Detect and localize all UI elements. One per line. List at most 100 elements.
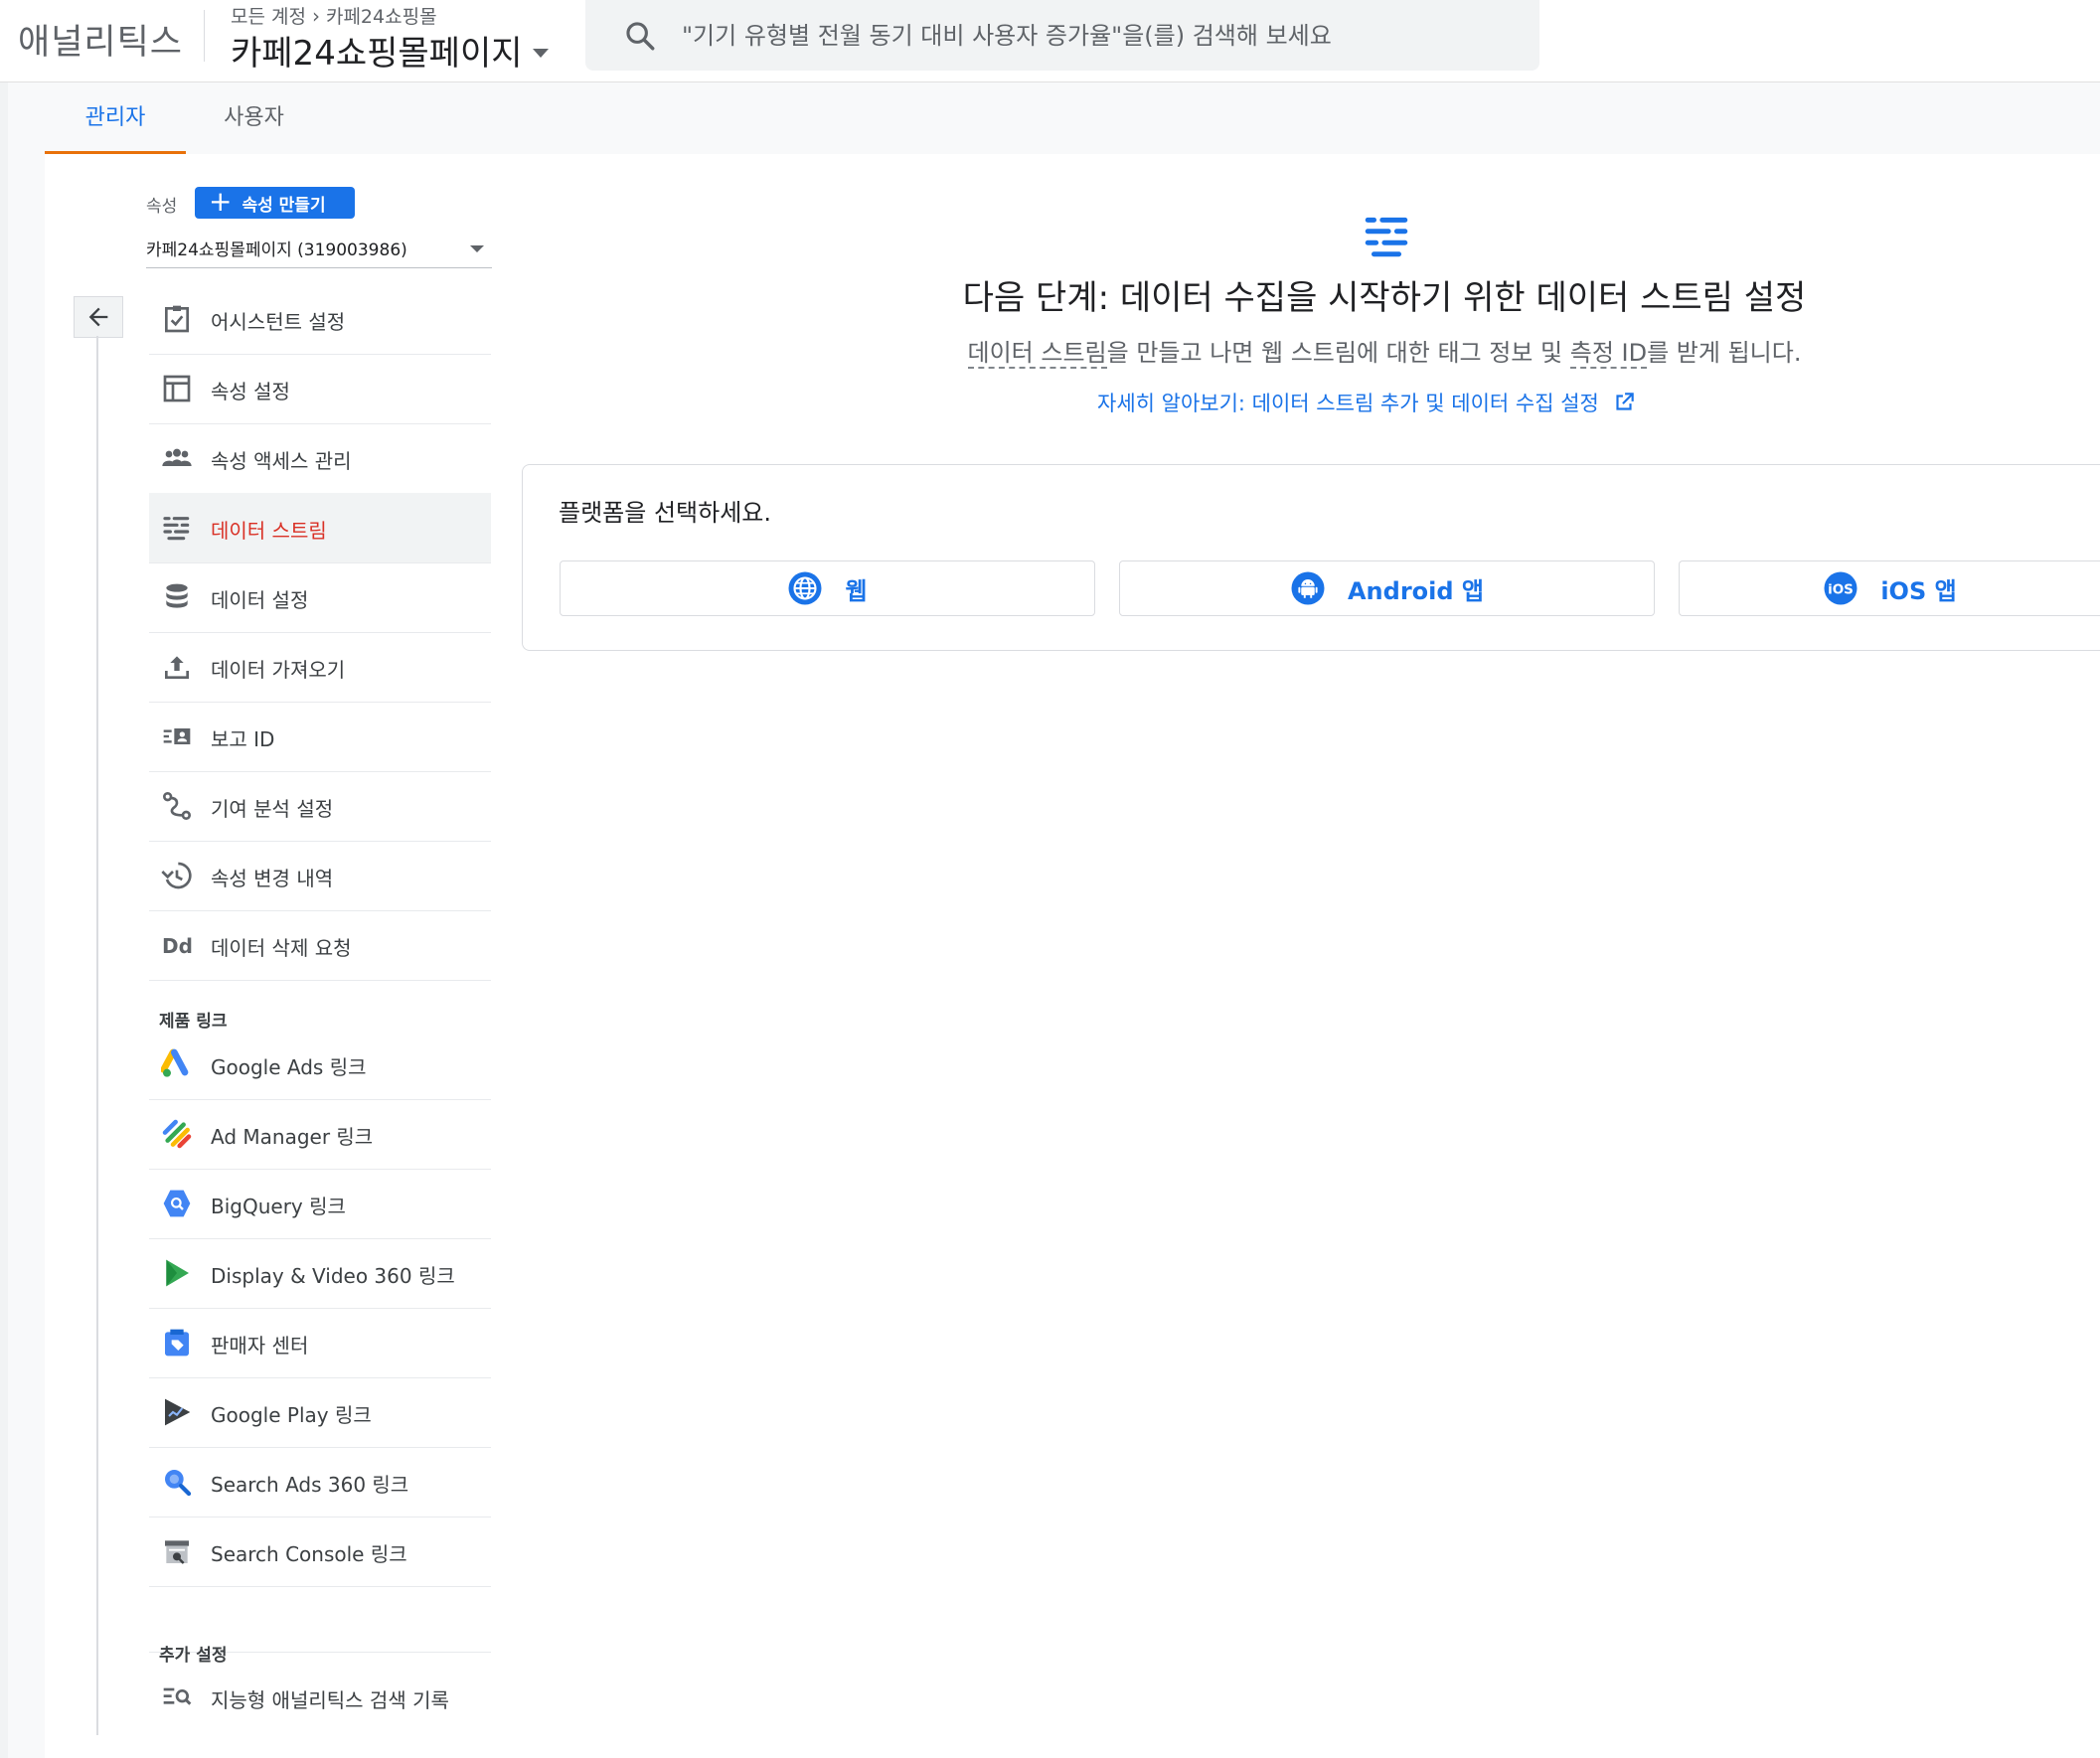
nav-item-label: Search Console 링크 — [211, 1542, 407, 1566]
tab-bar: 관리자 사용자 — [8, 82, 2100, 154]
back-button[interactable] — [74, 296, 123, 338]
nav-item-label: 데이터 가져오기 — [211, 658, 346, 682]
property-label: 속성 — [146, 197, 178, 217]
data-stream-term[interactable]: 데이터 스트림 — [967, 339, 1107, 369]
nav-item-label: 데이터 설정 — [211, 588, 309, 612]
ad-manager-icon — [162, 1119, 192, 1149]
breadcrumb[interactable]: 모든 계정 › 카페24쇼핑몰 — [231, 2, 437, 29]
arrow-back-icon — [88, 307, 108, 327]
nav-item-label: Google Play 링크 — [211, 1403, 372, 1427]
brand-title[interactable]: 애널리틱스 — [18, 14, 183, 65]
globe-icon — [788, 571, 822, 605]
measurement-id-term[interactable]: 측정 ID — [1569, 339, 1648, 369]
data-deletion-icon: Dd — [162, 934, 193, 958]
left-gutter — [0, 82, 8, 1758]
plus-icon: + — [209, 184, 233, 218]
nav-item-bigquery[interactable]: BigQuery 링크 — [149, 1169, 491, 1239]
search-console-icon — [165, 1540, 189, 1564]
nav-item-label: 어시스턴트 설정 — [211, 310, 346, 334]
history-icon — [161, 862, 192, 889]
nav-item-label: 데이터 삭제 요청 — [211, 936, 352, 960]
checklist-icon — [165, 305, 189, 333]
nav-item-data-import[interactable]: 데이터 가져오기 — [149, 632, 491, 703]
search-input[interactable] — [680, 10, 1519, 62]
nav-item-ad-manager[interactable]: Ad Manager 링크 — [149, 1099, 491, 1170]
chevron-right-icon: › — [311, 3, 320, 28]
upload-icon — [165, 656, 189, 679]
subtitle-text: 를 받게 됩니다. — [1647, 339, 1802, 367]
nav-item-merchant-center[interactable]: 판매자 센터 — [149, 1308, 491, 1378]
people-icon — [162, 448, 192, 466]
bigquery-icon — [163, 1190, 191, 1217]
platform-label: 웹 — [845, 576, 868, 605]
nav-item-label: 데이터 스트림 — [211, 519, 327, 543]
breadcrumb-account[interactable]: 카페24쇼핑몰 — [326, 2, 437, 29]
section-title-product-links: 제품 링크 — [159, 1012, 228, 1032]
nav-item-search-console[interactable]: Search Console 링크 — [149, 1517, 491, 1587]
attribution-icon — [163, 792, 191, 820]
create-property-button[interactable]: + 속성 만들기 — [195, 187, 355, 219]
android-icon — [1291, 571, 1325, 605]
svg-text:Dd: Dd — [162, 934, 193, 958]
page-title: 다음 단계: 데이터 수집을 시작하기 위한 데이터 스트림 설정 — [962, 278, 1807, 318]
nav-item-display-video[interactable]: Display & Video 360 링크 — [149, 1238, 491, 1309]
database-icon — [166, 583, 188, 608]
nav-item-google-ads[interactable]: Google Ads 링크 — [149, 1030, 491, 1100]
nav-item-label: 속성 변경 내역 — [211, 867, 334, 890]
platform-label: Android 앱 — [1347, 576, 1484, 605]
nav-item-assistant-settings[interactable]: 어시스턴트 설정 — [149, 284, 491, 355]
google-play-icon — [165, 1398, 191, 1426]
nav-item-google-play[interactable]: Google Play 링크 — [149, 1377, 491, 1448]
nav-item-change-history[interactable]: 속성 변경 내역 — [149, 841, 491, 911]
layout-icon — [163, 375, 191, 402]
nav-item-label: Google Ads 링크 — [211, 1055, 367, 1079]
streams-icon — [163, 517, 190, 541]
nav-item-label: Ad Manager 링크 — [211, 1125, 374, 1149]
platform-title: 플랫폼을 선택하세요. — [559, 499, 771, 527]
ios-icon: iOS — [1824, 571, 1858, 605]
breadcrumb-all-accounts[interactable]: 모든 계정 — [231, 2, 306, 29]
nav-item-data-streams[interactable]: 데이터 스트림 — [149, 493, 491, 563]
nav-item-search-history[interactable]: 지능형 애널리틱스 검색 기록 — [149, 1663, 491, 1732]
account-selector[interactable]: 카페24쇼핑몰페이지 — [231, 26, 549, 75]
platform-ios-button[interactable]: iOS iOS 앱 — [1679, 560, 2100, 616]
nav-item-property-settings[interactable]: 속성 설정 — [149, 354, 491, 424]
property-selector[interactable]: 카페24쇼핑몰페이지 (319003986) — [146, 232, 492, 268]
nav-item-label: Display & Video 360 링크 — [211, 1264, 455, 1288]
nav-item-label: Search Ads 360 링크 — [211, 1473, 409, 1497]
nav-item-label: 기여 분석 설정 — [211, 797, 334, 821]
nav-item-reporting-id[interactable]: 보고 ID — [149, 702, 491, 772]
search-icon — [626, 22, 655, 51]
left-edge-strip — [8, 154, 45, 1758]
page-subtitle: 데이터 스트림을 만들고 나면 웹 스트림에 대한 태그 정보 및 측정 ID를… — [656, 333, 2100, 369]
display-video-icon — [166, 1259, 189, 1287]
property-selected-value: 카페24쇼핑몰페이지 (319003986) — [146, 240, 407, 260]
nav-item-search-ads[interactable]: Search Ads 360 링크 — [149, 1447, 491, 1518]
top-header: 애널리틱스 모든 계정 › 카페24쇼핑몰 카페24쇼핑몰페이지 — [0, 0, 2100, 82]
brand-divider — [204, 10, 205, 62]
search-bar[interactable] — [585, 0, 1539, 71]
reporting-id-icon — [163, 728, 191, 744]
platform-android-button[interactable]: Android 앱 — [1119, 560, 1655, 616]
nav-vertical-line — [96, 336, 98, 1735]
nav-item-data-settings[interactable]: 데이터 설정 — [149, 562, 491, 633]
learn-more-link[interactable]: 자세히 알아보기: 데이터 스트림 추가 및 데이터 수집 설정 — [1097, 388, 1637, 417]
tab-user[interactable]: 사용자 — [187, 82, 321, 154]
nav-item-access-management[interactable]: 속성 액세스 관리 — [149, 423, 491, 494]
caret-down-icon — [470, 245, 484, 252]
tab-admin[interactable]: 관리자 — [45, 82, 186, 154]
nav-item-attribution-settings[interactable]: 기여 분석 설정 — [149, 771, 491, 842]
subtitle-text: 을 만들고 나면 웹 스트림에 대한 태그 정보 및 — [1106, 339, 1570, 367]
external-link-icon — [1616, 393, 1634, 410]
svg-text:iOS: iOS — [1828, 581, 1854, 597]
nav-item-label: 지능형 애널리틱스 검색 기록 — [211, 1688, 449, 1712]
create-property-label: 속성 만들기 — [242, 195, 326, 216]
google-ads-icon — [161, 1048, 189, 1077]
search-ads-icon — [165, 1470, 192, 1497]
nav-item-label: BigQuery 링크 — [211, 1195, 346, 1218]
nav-item-label: 판매자 센터 — [211, 1334, 309, 1358]
platform-web-button[interactable]: 웹 — [560, 560, 1095, 616]
nav-item-label: 속성 액세스 관리 — [211, 449, 352, 473]
streams-icon — [1365, 217, 1408, 257]
nav-item-data-deletion[interactable]: Dd 데이터 삭제 요청 — [149, 910, 491, 981]
